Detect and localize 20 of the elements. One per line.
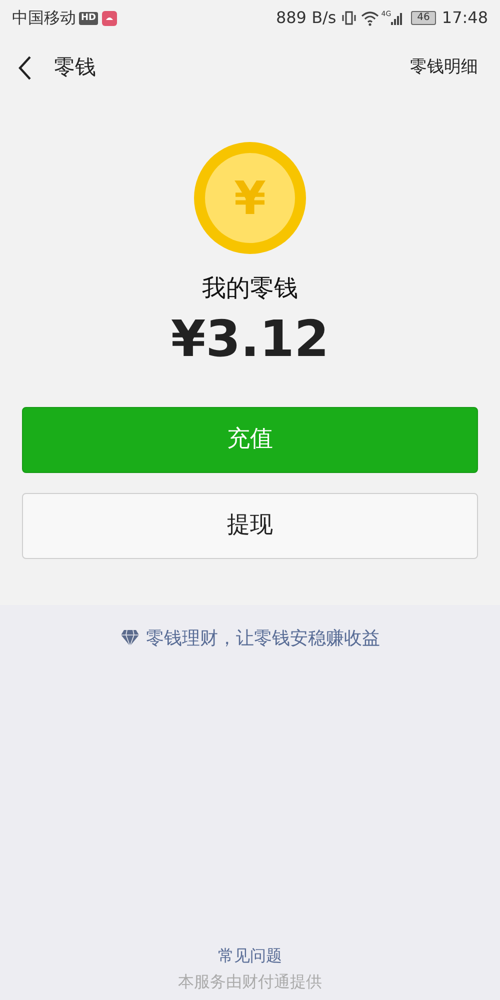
carrier-name: 中国移动 bbox=[12, 7, 76, 29]
battery-level: 46 bbox=[411, 11, 436, 25]
page-title: 零钱 bbox=[54, 54, 96, 82]
vibrate-icon bbox=[341, 10, 358, 26]
balance-label: 我的零钱 bbox=[202, 273, 298, 304]
hd-badge: HD bbox=[79, 12, 98, 24]
network-speed: 889 B/s bbox=[276, 7, 336, 29]
signal-icon bbox=[391, 12, 404, 24]
provider-note: 本服务由财付通提供 bbox=[178, 971, 322, 993]
faq-link[interactable]: 常见问题 bbox=[218, 944, 282, 968]
yen-symbol: ¥ bbox=[234, 175, 266, 221]
wifi-icon bbox=[361, 10, 380, 26]
wealth-promo-link[interactable]: 零钱理财，让零钱安稳赚收益 bbox=[146, 624, 380, 652]
diamond-icon bbox=[120, 629, 140, 647]
balance-amount: ¥3.12 bbox=[170, 309, 330, 370]
withdraw-button[interactable]: 提现 bbox=[22, 492, 478, 558]
app-icon bbox=[102, 10, 118, 26]
top-up-button[interactable]: 充值 bbox=[22, 406, 478, 472]
time: 17:48 bbox=[442, 7, 488, 29]
details-link[interactable]: 零钱明细 bbox=[410, 55, 484, 81]
